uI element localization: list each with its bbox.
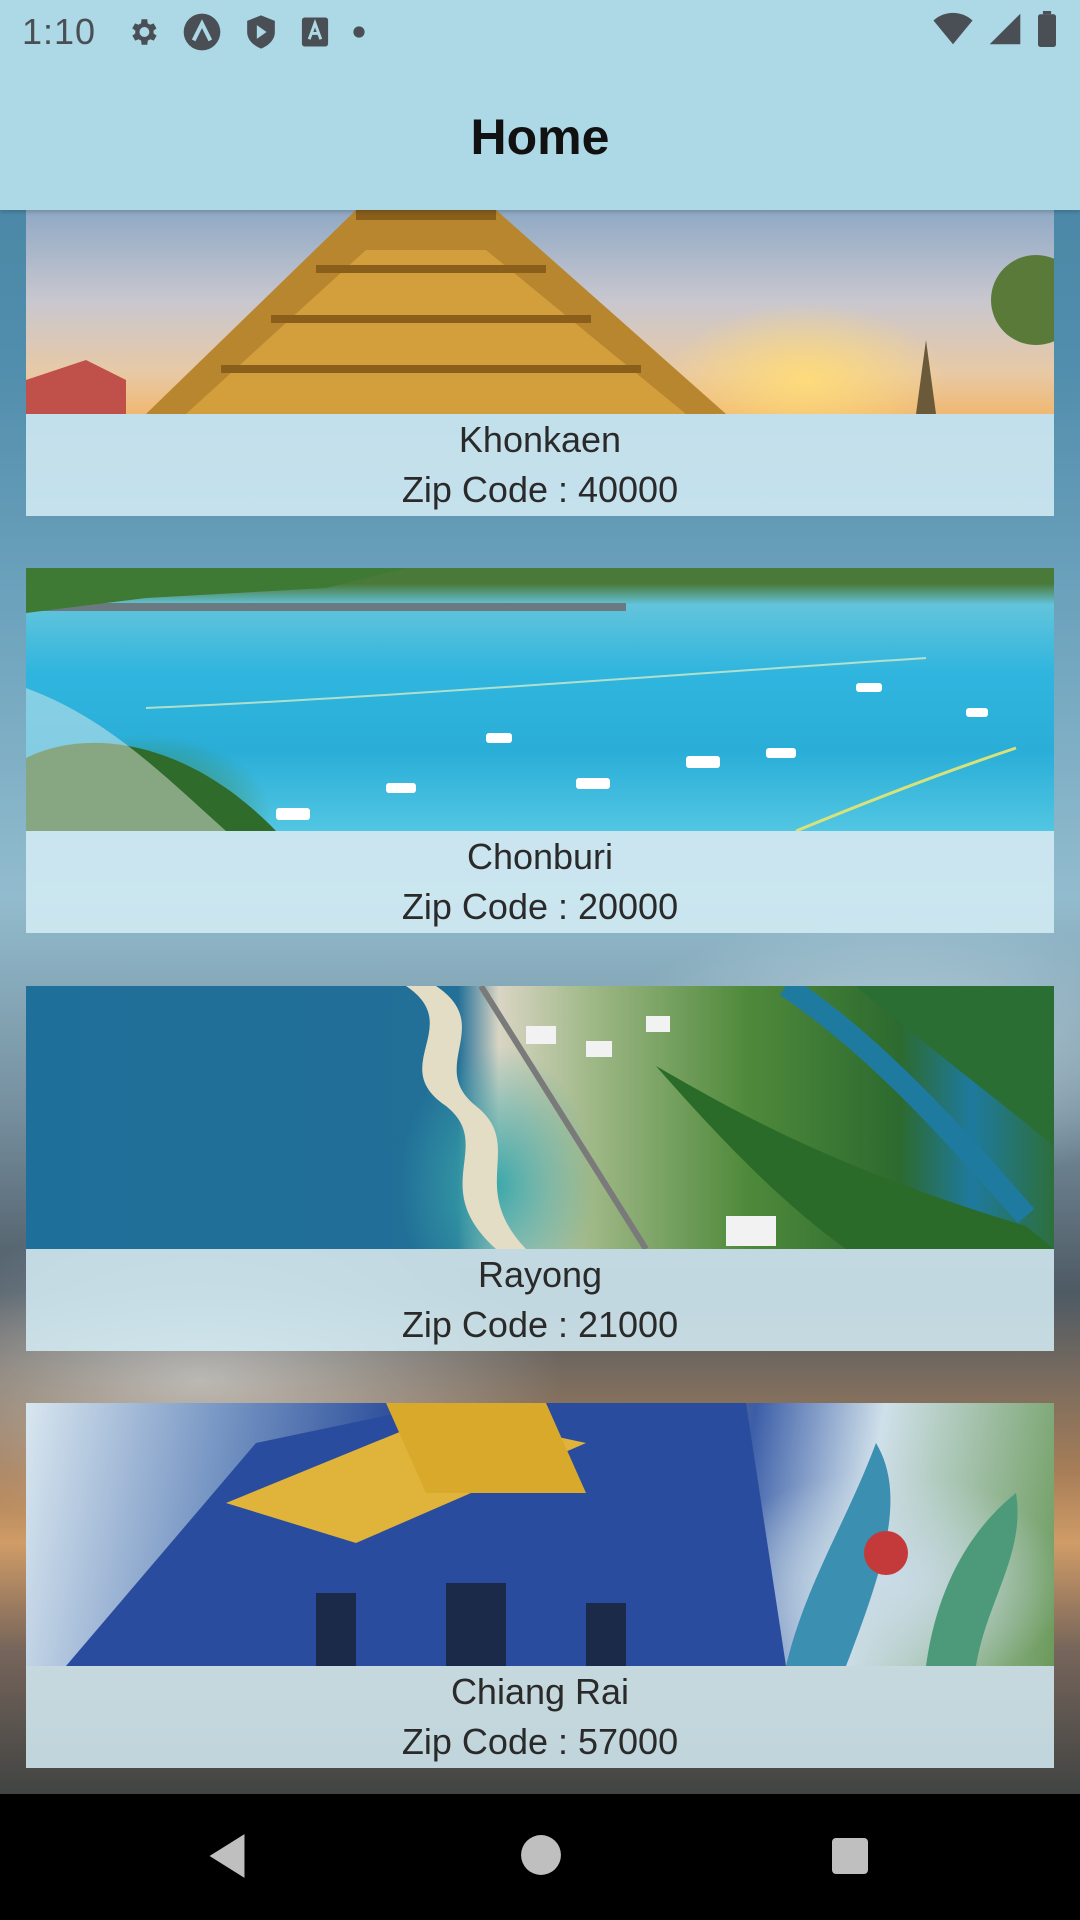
zip-code: Zip Code : 40000 xyxy=(401,469,679,510)
navigation-bar xyxy=(0,1794,1080,1920)
city-card-khonkaen[interactable]: Khonkaen Zip Code : 40000 xyxy=(26,210,1054,516)
city-name: Chiang Rai xyxy=(450,1671,630,1712)
city-card-chonburi[interactable]: Chonburi Zip Code : 20000 xyxy=(26,568,1054,933)
play-shield-icon xyxy=(244,14,278,50)
zip-code: Zip Code : 20000 xyxy=(401,886,679,927)
settings-icon xyxy=(126,15,160,49)
home-icon[interactable] xyxy=(520,1834,562,1876)
beach-boats-image xyxy=(26,568,1054,831)
status-right-group xyxy=(932,11,1058,52)
font-a-icon xyxy=(300,16,330,48)
recents-icon[interactable] xyxy=(830,1836,870,1876)
signal-icon xyxy=(988,12,1022,51)
zip-code: Zip Code : 21000 xyxy=(401,1304,679,1345)
app-bar: Home xyxy=(0,63,1080,210)
city-card-rayong[interactable]: Rayong Zip Code : 21000 xyxy=(26,986,1054,1351)
city-caption: Rayong Zip Code : 21000 xyxy=(26,1249,1054,1351)
city-caption: Chonburi Zip Code : 20000 xyxy=(26,831,1054,933)
city-caption: Chiang Rai Zip Code : 57000 xyxy=(26,1666,1054,1768)
city-name: Khonkaen xyxy=(458,419,622,460)
city-card-chiang-rai[interactable]: Chiang Rai Zip Code : 57000 xyxy=(26,1403,1054,1768)
status-bar: 1:10 xyxy=(0,0,1080,63)
temple-sunset-image xyxy=(26,210,1054,414)
status-time: 1:10 xyxy=(22,10,97,52)
city-name: Chonburi xyxy=(466,836,614,877)
zip-code: Zip Code : 57000 xyxy=(401,1721,679,1762)
dot-icon xyxy=(352,25,366,39)
arch-icon xyxy=(182,12,222,52)
city-caption: Khonkaen Zip Code : 40000 xyxy=(26,414,1054,516)
blue-temple-image xyxy=(26,1403,1054,1666)
back-icon[interactable] xyxy=(205,1832,249,1880)
city-name: Rayong xyxy=(477,1254,603,1295)
page-title: Home xyxy=(470,108,610,165)
battery-icon xyxy=(1036,11,1058,52)
wifi-icon xyxy=(932,12,974,51)
aerial-coast-image xyxy=(26,986,1054,1249)
